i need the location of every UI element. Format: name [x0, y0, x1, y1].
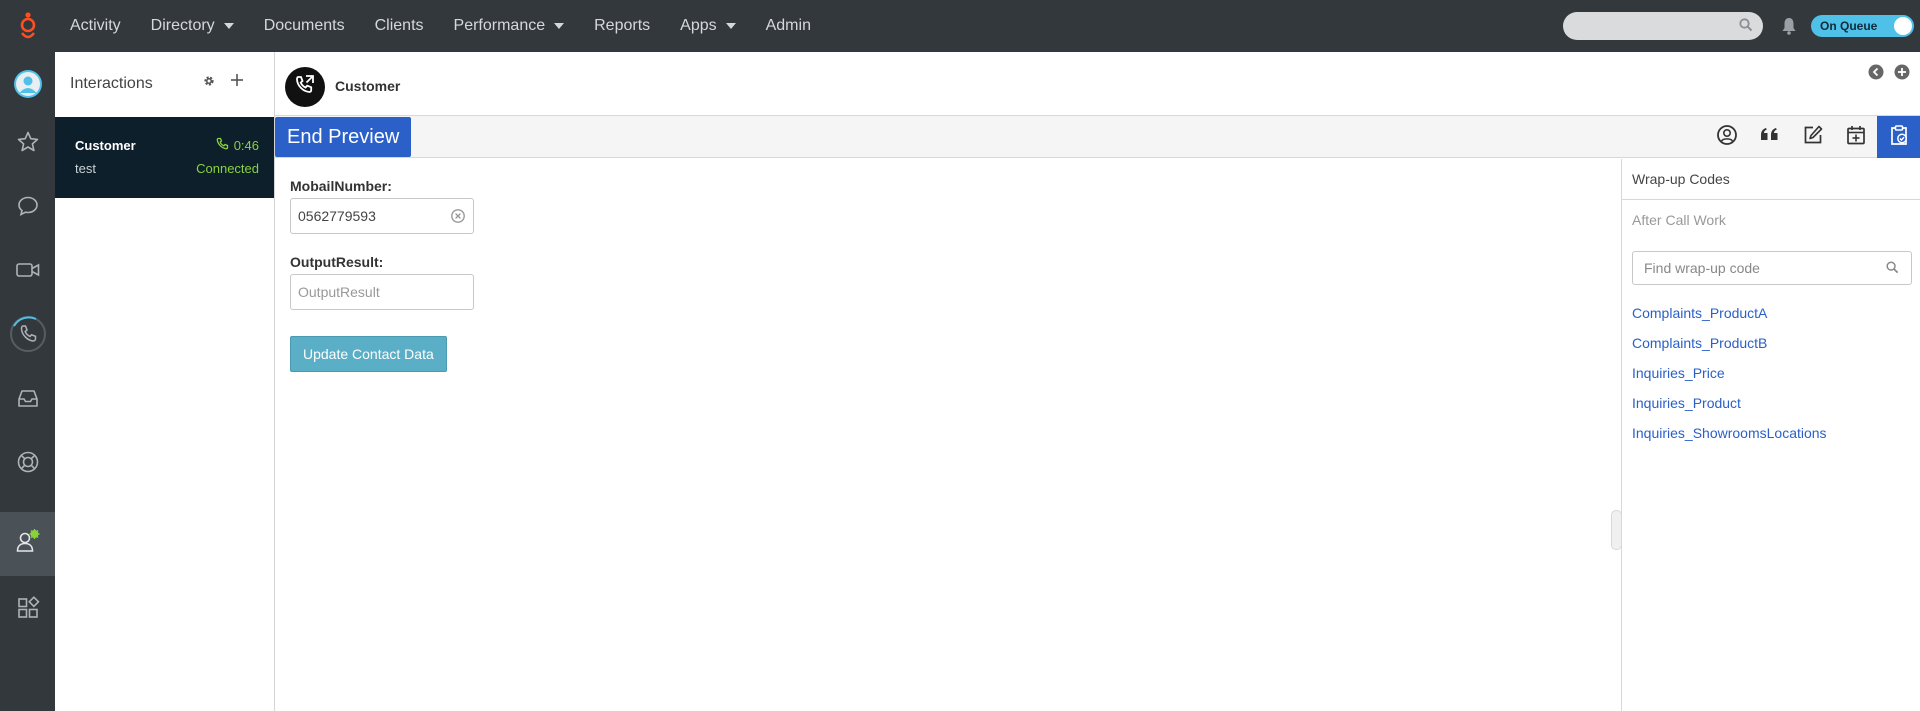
interaction-name: Customer [75, 138, 136, 153]
call-avatar [285, 67, 325, 107]
chevron-down-icon [223, 23, 234, 29]
inbox-tray-icon [16, 387, 40, 414]
after-call-work-label: After Call Work [1632, 212, 1726, 228]
bell-icon[interactable] [1781, 17, 1797, 35]
lifebuoy-icon [16, 450, 40, 479]
chevron-down-icon [725, 23, 736, 29]
rail-phone[interactable] [0, 304, 55, 368]
interaction-toolbar: End Preview [275, 116, 1920, 158]
rail-favorites[interactable] [0, 112, 55, 176]
nav-performance[interactable]: Performance [439, 0, 580, 52]
clipboard-check-icon [1888, 124, 1910, 151]
left-rail [0, 52, 55, 711]
star-icon [16, 130, 40, 159]
on-queue-toggle[interactable]: On Queue [1811, 15, 1914, 37]
notes-button[interactable] [1791, 116, 1834, 158]
mobile-number-input[interactable]: 0562779593 [290, 198, 474, 234]
rail-apps[interactable] [0, 578, 55, 642]
interactions-panel: Interactions Customer 0:46 test Connecte… [55, 52, 275, 711]
scripts-button[interactable] [1748, 116, 1791, 158]
search-icon [1886, 261, 1899, 277]
main-nav: Activity Directory Documents Clients Per… [55, 0, 826, 52]
rail-inbox[interactable] [0, 368, 55, 432]
collapse-left-icon[interactable] [1868, 64, 1884, 85]
toolbar-icons [1705, 116, 1920, 158]
top-bar: Activity Directory Documents Clients Per… [0, 0, 1920, 52]
wrapup-code-item[interactable]: Complaints_ProductB [1632, 328, 1827, 358]
add-circle-icon[interactable] [1894, 64, 1910, 85]
update-contact-data-button[interactable]: Update Contact Data [290, 336, 447, 372]
rail-chat[interactable] [0, 176, 55, 240]
interaction-card[interactable]: Customer 0:46 test Connected [55, 117, 274, 198]
edit-note-icon [1802, 124, 1824, 151]
chevron-down-icon [554, 23, 565, 29]
output-result-label: OutputResult: [290, 254, 384, 270]
global-search-input[interactable] [1563, 12, 1763, 40]
person-circle-icon [1716, 124, 1738, 151]
phone-icon [216, 137, 229, 153]
rail-help[interactable] [0, 432, 55, 496]
wrapup-code-item[interactable]: Inquiries_Product [1632, 388, 1827, 418]
nav-documents[interactable]: Documents [249, 0, 360, 52]
output-result-input[interactable]: OutputResult [290, 274, 474, 310]
interaction-header: Customer [275, 52, 1920, 116]
toggle-knob [1894, 17, 1912, 35]
interaction-timer: 0:46 [216, 137, 259, 153]
video-camera-icon [15, 260, 41, 285]
interaction-status: Connected [196, 161, 259, 176]
agent-person-icon [14, 528, 42, 561]
mobile-number-label: MobailNumber: [290, 178, 392, 194]
nav-reports[interactable]: Reports [579, 0, 665, 52]
rail-video[interactable] [0, 240, 55, 304]
nav-directory[interactable]: Directory [136, 0, 249, 52]
nav-activity[interactable]: Activity [55, 0, 136, 52]
nav-admin[interactable]: Admin [751, 0, 826, 52]
wrapup-code-item[interactable]: Inquiries_ShowroomsLocations [1632, 418, 1827, 448]
end-preview-button[interactable]: End Preview [275, 117, 412, 157]
interaction-subtitle: test [75, 161, 96, 176]
contact-data-form: MobailNumber: 0562779593 OutputResult: O… [290, 178, 474, 372]
wrapup-code-item[interactable]: Complaints_ProductA [1632, 298, 1827, 328]
wrapup-panel: Wrap-up Codes After Call Work Find wrap-… [1621, 159, 1920, 711]
wrapup-search-input[interactable]: Find wrap-up code [1632, 251, 1912, 285]
wrapup-button[interactable] [1877, 116, 1920, 158]
wrapup-code-list: Complaints_ProductA Complaints_ProductB … [1632, 298, 1827, 448]
interactions-header: Interactions [55, 52, 274, 116]
interaction-header-name: Customer [335, 78, 401, 94]
wrapup-code-item[interactable]: Inquiries_Price [1632, 358, 1827, 388]
chat-bubble-icon [16, 194, 40, 223]
nav-apps[interactable]: Apps [665, 0, 750, 52]
rail-agent-status[interactable] [0, 512, 55, 576]
apps-grid-icon [16, 595, 40, 625]
genesys-logo[interactable] [0, 0, 55, 52]
add-interaction-icon[interactable] [230, 73, 244, 92]
wrapup-title: Wrap-up Codes [1622, 159, 1920, 200]
schedule-callback-button[interactable] [1834, 116, 1877, 158]
participant-info-button[interactable] [1705, 116, 1748, 158]
gear-icon[interactable] [202, 74, 216, 93]
calendar-add-icon [1845, 124, 1867, 151]
search-icon [1739, 18, 1753, 37]
rail-profile-avatar[interactable] [0, 52, 55, 116]
interactions-title: Interactions [70, 75, 153, 92]
phone-icon [9, 315, 47, 358]
clear-input-icon[interactable] [451, 209, 465, 226]
nav-clients[interactable]: Clients [360, 0, 439, 52]
phone-outgoing-icon [292, 72, 318, 103]
quote-icon [1759, 126, 1781, 149]
